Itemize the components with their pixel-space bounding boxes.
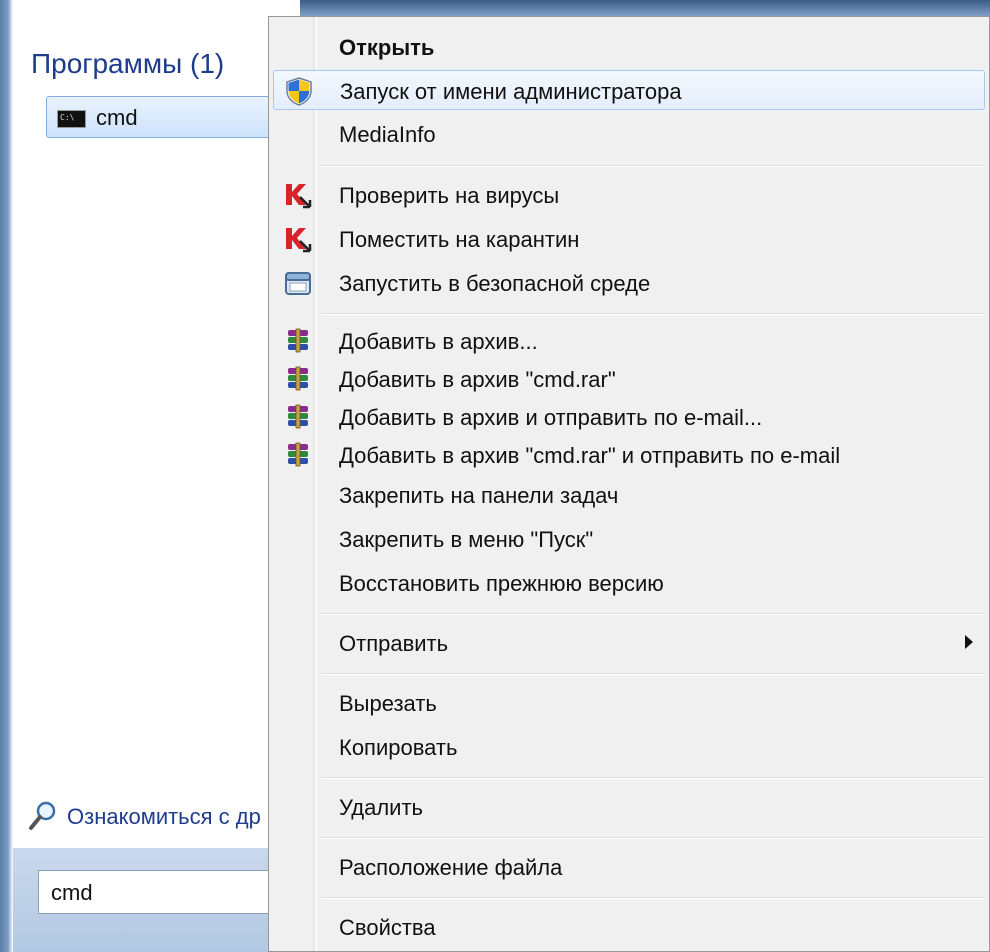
menu-item-label: Закрепить в меню "Пуск" (339, 527, 594, 552)
shield-icon (286, 77, 312, 106)
submenu-arrow-icon (965, 635, 973, 649)
context-menu: Открыть Запуск от имени администратора M… (268, 16, 990, 952)
search-input-value: cmd (51, 880, 93, 905)
console-icon: C:\ (57, 110, 86, 128)
program-item-cmd[interactable]: C:\ cmd (46, 96, 286, 138)
program-label: cmd (96, 105, 138, 130)
magnifier-icon (29, 801, 56, 830)
menu-item-label: Восстановить прежнюю версию (339, 571, 664, 596)
menu-item-cut[interactable]: Вырезать (273, 683, 985, 723)
menu-item-add-archive-rar[interactable]: Добавить в архив "cmd.rar" (273, 359, 985, 399)
search-input[interactable]: cmd (38, 870, 298, 914)
menu-item-pin-start[interactable]: Закрепить в меню "Пуск" (273, 519, 985, 559)
menu-item-add-archive-email[interactable]: Добавить в архив и отправить по e-mail..… (273, 397, 985, 437)
menu-item-scan-virus[interactable]: Проверить на вирусы (273, 175, 985, 215)
menu-item-send-to[interactable]: Отправить (273, 623, 985, 663)
menu-item-label: Удалить (339, 795, 423, 820)
menu-separator (321, 777, 985, 779)
menu-item-label: Вырезать (339, 691, 437, 716)
winrar-icon (288, 328, 308, 353)
menu-item-copy[interactable]: Копировать (273, 727, 985, 767)
menu-item-quarantine[interactable]: Поместить на карантин (273, 219, 985, 259)
menu-item-label: MediaInfo (339, 122, 436, 147)
menu-item-add-archive-rar-email[interactable]: Добавить в архив "cmd.rar" и отправить п… (273, 435, 985, 475)
winrar-icon (288, 404, 308, 429)
menu-item-label: Отправить (339, 631, 449, 656)
menu-item-file-location[interactable]: Расположение файла (273, 847, 985, 887)
menu-item-mediainfo[interactable]: MediaInfo (273, 114, 985, 154)
sandbox-window-icon (285, 272, 311, 295)
menu-item-label: Проверить на вирусы (339, 183, 560, 208)
menu-separator (321, 165, 985, 167)
menu-item-label: Добавить в архив... (339, 329, 538, 354)
menu-separator (321, 313, 985, 315)
menu-item-label: Свойства (339, 915, 436, 940)
menu-separator (321, 837, 985, 839)
menu-item-label: Поместить на карантин (339, 227, 580, 252)
winrar-icon (288, 366, 308, 391)
menu-item-label: Добавить в архив "cmd.rar" и отправить п… (339, 443, 841, 468)
menu-separator (321, 673, 985, 675)
menu-item-restore-previous[interactable]: Восстановить прежнюю версию (273, 563, 985, 603)
menu-item-label: Добавить в архив и отправить по e-mail..… (339, 405, 763, 430)
menu-item-label: Открыть (339, 35, 435, 60)
menu-item-label: Копировать (339, 735, 458, 760)
menu-item-label: Расположение файла (339, 855, 563, 880)
menu-item-label: Запустить в безопасной среде (339, 271, 651, 296)
winrar-icon (288, 442, 308, 467)
menu-item-add-archive[interactable]: Добавить в архив... (273, 321, 985, 361)
menu-item-pin-taskbar[interactable]: Закрепить на панели задач (273, 475, 985, 515)
menu-separator (321, 613, 985, 615)
menu-separator (321, 897, 985, 899)
see-more-label: Ознакомиться с др (67, 804, 261, 829)
menu-item-label: Добавить в архив "cmd.rar" (339, 367, 616, 392)
programs-header: Программы (1) (31, 48, 225, 79)
menu-item-label: Закрепить на панели задач (339, 483, 619, 508)
menu-item-open[interactable]: Открыть (273, 27, 985, 67)
menu-item-run-as-admin[interactable]: Запуск от имени администратора (273, 70, 985, 110)
kaspersky-scan-icon (286, 184, 312, 209)
menu-item-delete[interactable]: Удалить (273, 787, 985, 827)
menu-item-properties[interactable]: Свойства (273, 907, 985, 947)
menu-item-label: Запуск от имени администратора (340, 79, 682, 104)
menu-item-run-safe[interactable]: Запустить в безопасной среде (273, 263, 985, 303)
kaspersky-quarantine-icon (286, 228, 312, 253)
